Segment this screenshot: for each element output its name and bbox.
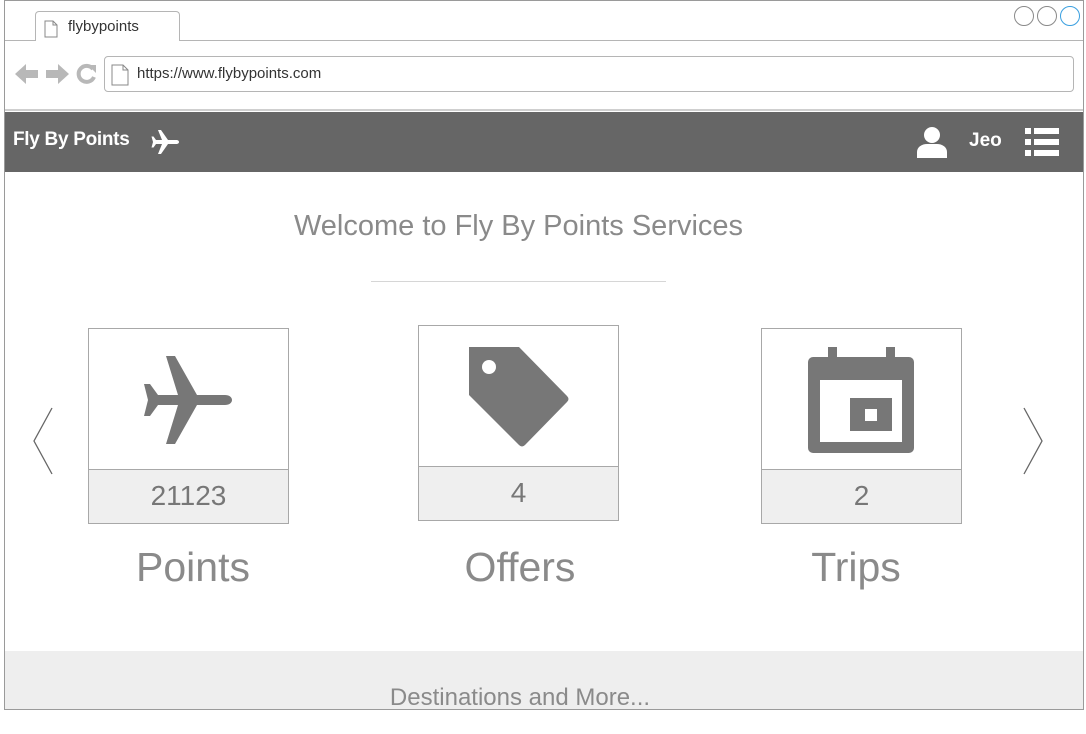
- chrome-divider: [5, 109, 1083, 111]
- offers-card[interactable]: 4: [418, 325, 619, 521]
- calendar-icon: [807, 346, 914, 453]
- brand-name[interactable]: Fly By Points: [13, 129, 130, 151]
- heading-divider: [371, 281, 666, 282]
- user-icon[interactable]: [915, 126, 949, 158]
- welcome-heading: Welcome to Fly By Points Services: [293, 210, 744, 242]
- window-controls: [1014, 6, 1080, 26]
- page-icon: [44, 20, 58, 38]
- destinations-band: Destinations and More...: [5, 651, 1083, 709]
- back-arrow-icon[interactable]: [15, 63, 39, 85]
- airplane-logo-icon: [151, 130, 179, 154]
- forward-arrow-icon[interactable]: [45, 63, 69, 85]
- url-text: https://www.flybypoints.com: [137, 65, 322, 82]
- points-label[interactable]: Points: [63, 544, 323, 591]
- maximize-button[interactable]: [1037, 6, 1057, 26]
- address-bar[interactable]: https://www.flybypoints.com: [104, 56, 1074, 92]
- trips-label[interactable]: Trips: [726, 544, 986, 591]
- carousel-prev-icon[interactable]: [31, 406, 55, 476]
- airplane-icon: [143, 355, 232, 444]
- username[interactable]: Jeo: [969, 130, 1002, 152]
- carousel-next-icon[interactable]: [1021, 406, 1045, 476]
- destinations-link[interactable]: Destinations and More...: [5, 684, 1035, 709]
- page-icon: [111, 64, 129, 86]
- points-card[interactable]: 21123: [88, 328, 289, 524]
- minimize-button[interactable]: [1014, 6, 1034, 26]
- tab-title: flybypoints: [68, 18, 139, 35]
- trips-count: 2: [762, 469, 961, 523]
- trips-card[interactable]: 2: [761, 328, 962, 524]
- offers-count: 4: [419, 466, 618, 520]
- browser-tab[interactable]: flybypoints: [35, 11, 180, 41]
- close-button[interactable]: [1060, 6, 1080, 26]
- offers-label[interactable]: Offers: [390, 544, 650, 591]
- reload-icon[interactable]: [75, 63, 97, 85]
- browser-window: flybypoints https://www.flybypoints.com …: [4, 0, 1084, 710]
- app-header: Fly By Points Jeo: [5, 112, 1083, 172]
- menu-list-icon[interactable]: [1025, 128, 1059, 156]
- tag-icon: [468, 346, 568, 446]
- points-count: 21123: [89, 469, 288, 523]
- browser-nav: [15, 63, 97, 85]
